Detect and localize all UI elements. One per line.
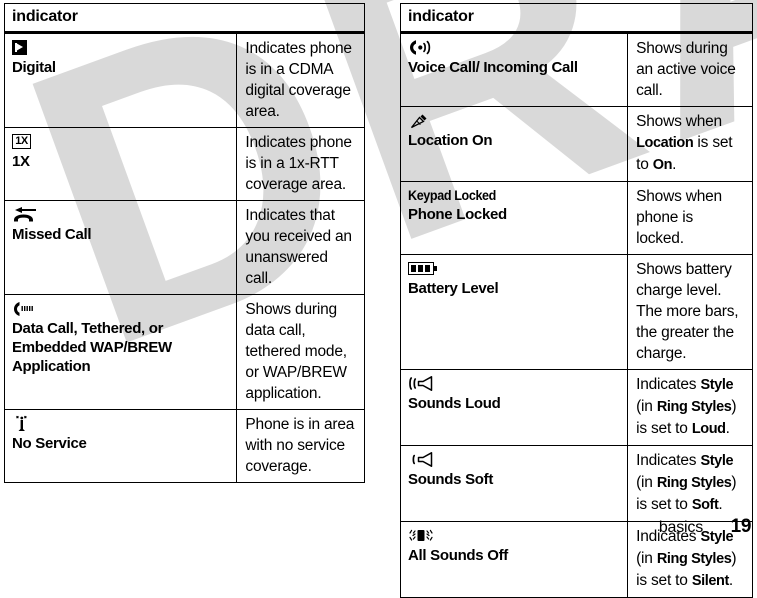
indicator-cell-sounds-soft: Sounds Soft [399,445,629,522]
table-row: Location On Shows when Location is set t… [399,106,753,182]
indicator-cell-digital: Digital [3,32,238,128]
1x-box-icon: 1X [12,132,230,151]
all-sounds-off-vibrate-icon [408,526,621,545]
table-header-indicator: indicator [400,3,753,34]
description-cell: Phone is in area with no service coverag… [236,409,365,483]
table-row: Digital Indicates phone is in a CDMA dig… [3,32,365,128]
table-row: Sounds Soft Indicates Style (in Ring Sty… [399,445,753,522]
indicator-cell-missed-call: Missed Call [3,200,238,295]
indicator-label: Phone Locked [408,206,507,223]
indicator-cell-data-call: Data Call, Tethered, or Embedded WAP/BRE… [3,294,238,410]
keypad-locked-text-icon: Keypad Locked [408,188,496,203]
indicator-cell-location-on: Location On [399,106,629,182]
indicator-cell-phone-locked: Keypad Locked Phone Locked [399,181,629,255]
page-footer: basics 19 [658,516,752,538]
indicator-label: Missed Call [12,226,92,243]
indicator-table-left: indicator Digital Indicates phone is in … [3,3,365,483]
indicator-label: Sounds Soft [408,471,494,488]
indicator-label: 1X [12,153,30,170]
table-row: Keypad Locked Phone Locked Shows when ph… [399,181,753,255]
description-text: Shows when Location is set to On. [636,113,733,173]
table-row: 1X 1X Indicates phone is in a 1x-RTT cov… [3,127,365,201]
description-cell: Indicates Style (in Ring Styles) is set … [627,445,753,522]
indicator-label: Voice Call/ Incoming Call [408,59,578,76]
table-row: No Service Phone is in area with no serv… [3,409,365,483]
indicator-cell-sounds-loud: Sounds Loud [399,369,629,446]
indicator-label: Location On [408,132,493,149]
indicator-cell-1x: 1X 1X [3,127,238,201]
manual-page: indicator Digital Indicates phone is in … [0,0,757,598]
description-cell: Indicates that you received an unanswere… [236,200,365,295]
description-cell: Shows battery charge level. The more bar… [627,254,753,370]
indicator-label: All Sounds Off [408,547,508,564]
description-text: Shows when phone is locked. [636,188,722,247]
description-text: Indicates phone is in a CDMA digital cov… [245,40,352,120]
table-row: Voice Call/ Incoming Call Shows during a… [399,32,753,107]
footer-section-label: basics [658,519,703,536]
indicator-label: No Service [12,435,87,452]
table-header-indicator: indicator [4,3,365,34]
table-header-row: indicator [4,3,365,34]
description-text: Indicates phone is in a 1x-RTT coverage … [245,134,352,193]
description-cell: Shows when phone is locked. [627,181,753,255]
location-on-icon [408,111,621,130]
1x-box-icon-text: 1X [12,134,31,150]
no-service-antenna-icon [12,414,230,433]
description-text: Shows battery charge level. The more bar… [636,261,739,362]
description-cell: Shows when Location is set to On. [627,106,753,182]
indicator-cell-battery-level: Battery Level [399,254,629,370]
table-header-row: indicator [400,3,753,34]
indicator-label: Data Call, Tethered, or Embedded WAP/BRE… [12,320,172,375]
description-text: Shows during an active voice call. [636,40,736,99]
data-call-icon [12,299,230,318]
indicator-label: Battery Level [408,280,499,297]
footer-page-number: 19 [730,516,752,537]
table-row: Battery Level Shows battery charge level… [399,254,753,370]
sounds-soft-speaker-icon [408,450,621,469]
description-cell: Indicates Style (in Ring Styles) is set … [627,369,753,446]
description-cell: Shows during an active voice call. [627,32,753,107]
description-cell: Shows during data call, tethered mode, o… [236,294,365,410]
description-text: Indicates Style (in Ring Styles) is set … [636,376,737,437]
indicator-label: Sounds Loud [408,395,501,412]
digital-square-icon [12,38,230,57]
description-text: Indicates Style (in Ring Styles) is set … [636,452,737,513]
indicator-cell-all-sounds-off: All Sounds Off [399,521,629,598]
indicator-table-right: indicator Voice Call/ Incoming Call Show… [399,3,753,598]
indicator-cell-no-service: No Service [3,409,238,483]
description-cell: Indicates phone is in a CDMA digital cov… [236,32,365,128]
indicator-cell-voice-call: Voice Call/ Incoming Call [399,32,629,107]
voice-call-icon [408,38,621,57]
sounds-loud-speaker-icon [408,374,621,393]
indicator-label: Digital [12,59,56,76]
description-text: Phone is in area with no service coverag… [245,416,355,475]
missed-call-icon [12,205,230,224]
battery-level-icon [408,259,621,278]
table-row: Data Call, Tethered, or Embedded WAP/BRE… [3,294,365,410]
description-cell: Indicates phone is in a 1x-RTT coverage … [236,127,365,201]
description-text: Shows during data call, tethered mode, o… [245,301,347,402]
table-row: Sounds Loud Indicates Style (in Ring Sty… [399,369,753,446]
description-text: Indicates that you received an unanswere… [245,207,352,287]
table-row: Missed Call Indicates that you received … [3,200,365,295]
